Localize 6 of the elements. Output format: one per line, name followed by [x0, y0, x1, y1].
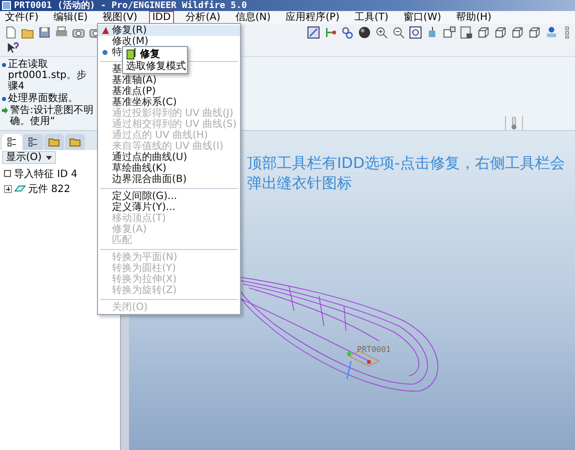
annotation-text: 顶部工具栏有IDD选项-点击修复，右侧工具栏会弹出缝衣针图标	[247, 153, 566, 193]
message-text: 正在读取prt0001.stp。步骤4	[8, 59, 88, 92]
model-label: PRT0001	[357, 345, 391, 354]
message-text: 警告:设计意图不明确。使用“	[10, 105, 94, 127]
window-title: PRT0001 (活动的) - Pro/ENGINEER Wildfire 5.0	[14, 0, 247, 12]
message-text: 处理界面数据。	[8, 93, 78, 104]
